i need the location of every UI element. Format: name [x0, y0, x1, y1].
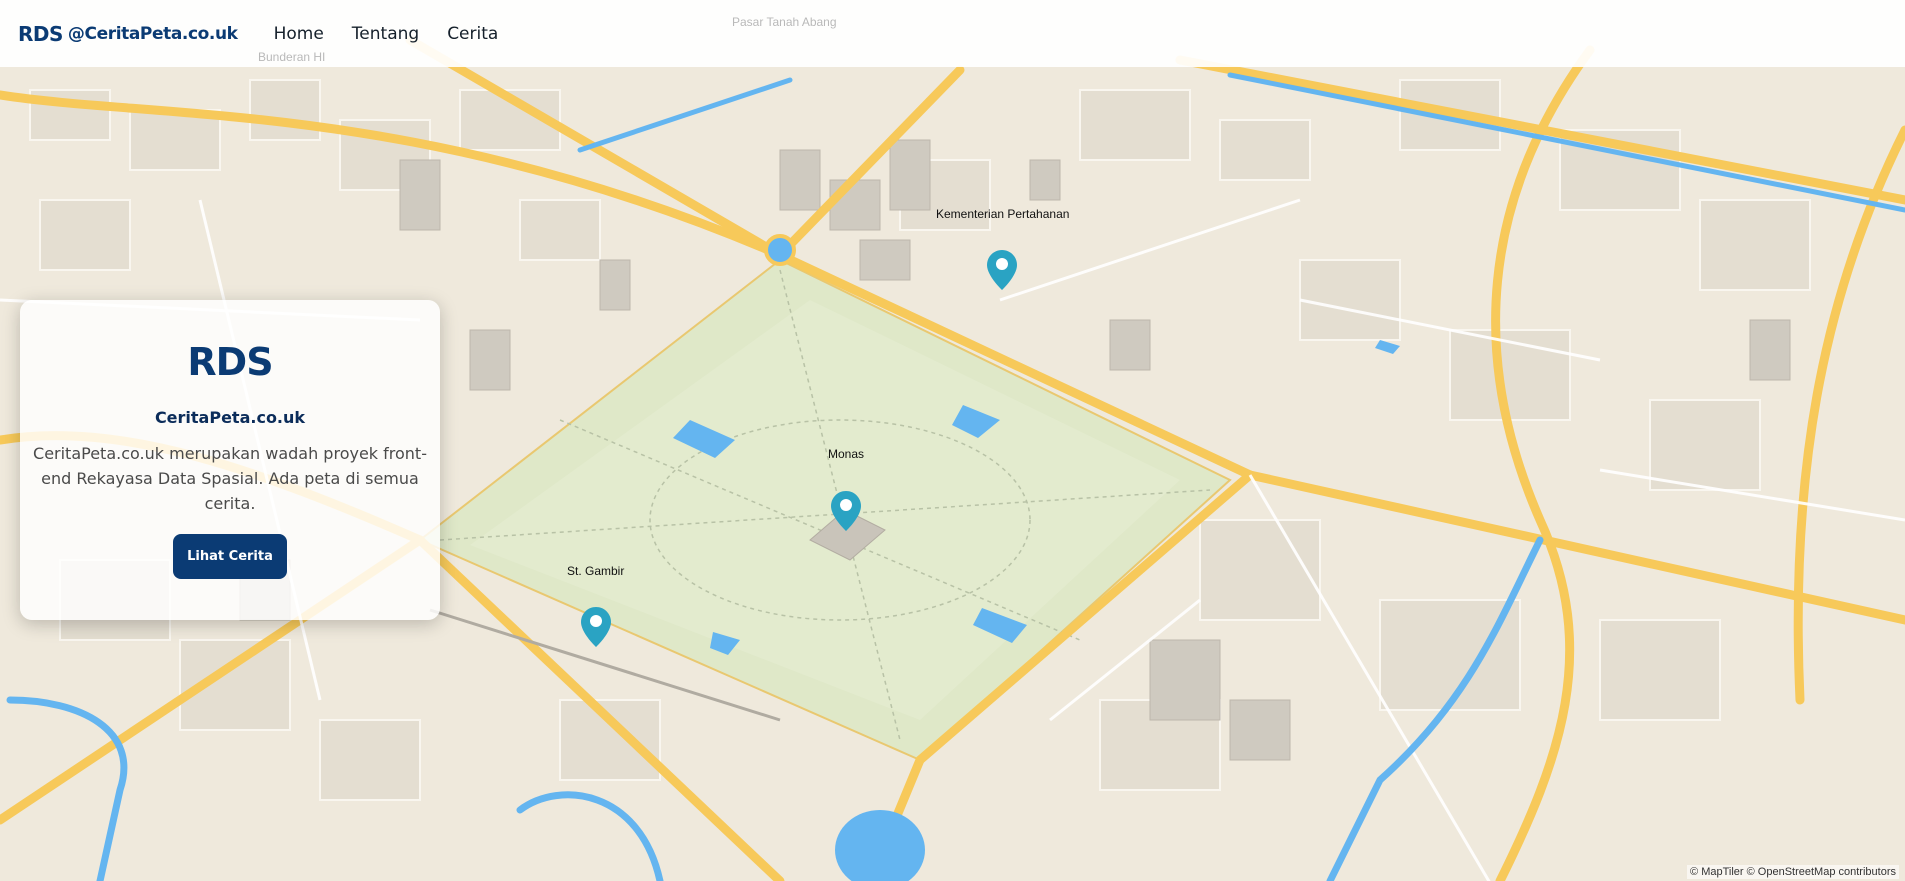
card-logo: RDS [187, 340, 273, 384]
map-attribution[interactable]: © MapTiler © OpenStreetMap contributors [1687, 865, 1899, 879]
marker-label-st-gambir: St. Gambir [567, 564, 625, 578]
nav-home[interactable]: Home [274, 24, 324, 44]
map-page: RDS @CeritaPeta.co.uk Home Tentang Cerit… [0, 0, 1905, 881]
map-marker-pin-icon[interactable] [831, 491, 861, 531]
map-label-bunderan-hi: Bunderan HI [258, 50, 326, 64]
map-label-pasar-tanah-abang: Pasar Tanah Abang [732, 15, 837, 29]
brand-logo: RDS [18, 21, 63, 46]
lihat-cerita-button[interactable]: Lihat Cerita [173, 534, 287, 579]
map-marker-pin-icon[interactable] [987, 250, 1017, 290]
brand-name: @CeritaPeta.co.uk [67, 23, 238, 44]
top-navbar: RDS @CeritaPeta.co.uk Home Tentang Cerit… [0, 0, 1905, 67]
nav-cerita[interactable]: Cerita [447, 24, 498, 44]
map-marker-pin-icon[interactable] [581, 607, 611, 647]
card-title: CeritaPeta.co.uk [154, 408, 306, 427]
brand[interactable]: RDS @CeritaPeta.co.uk [18, 22, 238, 46]
marker-label-kementerian-pertahanan: Kementerian Pertahanan [936, 207, 1070, 221]
nav-tentang[interactable]: Tentang [352, 24, 419, 44]
marker-label-monas: Monas [828, 447, 865, 461]
info-card: RDS CeritaPeta.co.uk CeritaPeta.co.uk me… [20, 300, 440, 620]
card-description: CeritaPeta.co.uk merupakan wadah proyek … [33, 444, 427, 513]
